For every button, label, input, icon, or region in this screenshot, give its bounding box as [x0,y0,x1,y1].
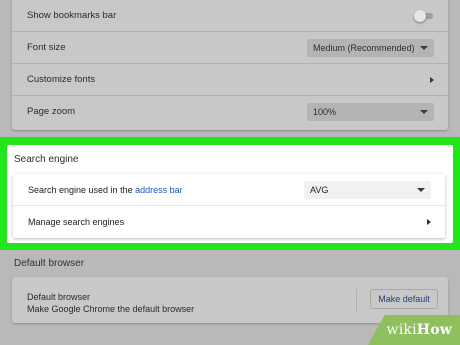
font-size-label: Font size [27,42,66,53]
default-browser-description: Make Google Chrome the default browser [27,304,195,314]
default-browser-text: Default browser Make Google Chrome the d… [27,291,194,315]
customize-fonts-row[interactable]: Customize fonts [12,64,448,95]
highlight-frame: Search engine Search engine used in the … [0,137,460,250]
search-engine-label-prefix: Search engine used in the [28,184,133,195]
default-browser-title: Default browser [14,258,85,269]
dropdown-caret-icon [417,187,425,192]
dropdown-caret-icon [420,109,428,114]
show-bookmarks-bar-label: Show bookmarks bar [27,10,117,21]
toggle-knob [414,9,426,22]
font-size-select[interactable]: Medium (Recommended) [307,38,434,57]
watermark-wiki: wiki [386,322,417,338]
chevron-right-icon [427,218,431,225]
page-zoom-value: 100% [313,106,337,117]
default-browser-label: Default browser [27,292,91,302]
search-engine-value: AVG [310,184,329,195]
search-engine-label: Search engine used in the address bar [28,185,304,195]
chevron-right-icon [430,76,434,83]
search-engine-select[interactable]: AVG [304,180,431,199]
make-default-button[interactable]: Make default [370,289,438,309]
font-size-value: Medium (Recommended) [313,42,415,53]
default-browser-card: Default browser Make Google Chrome the d… [12,277,448,323]
customize-fonts-label: Customize fonts [27,74,96,85]
manage-search-engines-row[interactable]: Manage search engines [13,206,445,237]
show-bookmarks-bar-toggle[interactable] [414,9,434,22]
watermark-how: How [416,322,452,338]
dropdown-caret-icon [420,45,428,50]
manage-search-engines-label: Manage search engines [28,216,125,227]
address-bar-link[interactable]: address bar [135,185,183,195]
font-size-row: Font size Medium (Recommended) [12,32,448,63]
page-zoom-row: Page zoom 100% [12,96,448,127]
search-engine-title: Search engine [14,154,79,165]
show-bookmarks-bar-row[interactable]: Show bookmarks bar [12,0,448,31]
page-zoom-select[interactable]: 100% [307,102,434,121]
appearance-card: Show bookmarks bar Font size Medium (Rec… [12,0,448,130]
search-engine-card: Search engine used in the address bar AV… [13,174,445,238]
search-engine-row: Search engine used in the address bar AV… [13,174,445,205]
page-zoom-label: Page zoom [27,106,76,117]
search-engine-section: Search engine Search engine used in the … [7,145,453,243]
vertical-divider [356,289,357,312]
